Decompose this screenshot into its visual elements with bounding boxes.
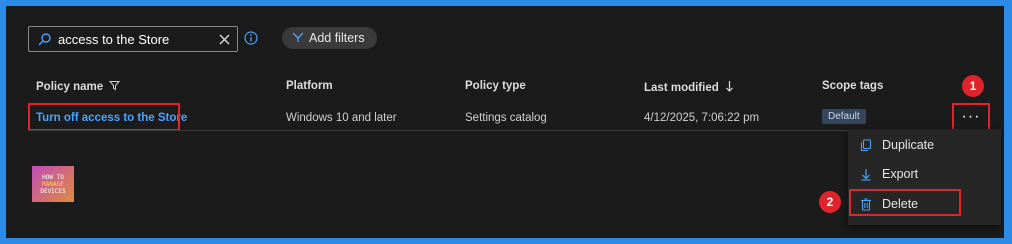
highlight-box-delete bbox=[849, 189, 961, 216]
how-to-manage-devices-logo: HOW TO MANAGE DEVICES bbox=[32, 166, 74, 202]
column-label: Policy name bbox=[36, 81, 104, 93]
step-badge-1: 1 bbox=[962, 75, 984, 97]
search-icon bbox=[33, 32, 55, 46]
step-badge-2: 2 bbox=[819, 191, 841, 213]
column-header-policy-name[interactable]: Policy name bbox=[36, 80, 121, 94]
info-icon[interactable] bbox=[244, 31, 258, 50]
funnel-icon[interactable] bbox=[109, 80, 121, 94]
copy-icon bbox=[856, 138, 876, 152]
menu-item-label: Export bbox=[882, 167, 919, 181]
download-icon bbox=[856, 168, 876, 181]
highlight-box-more bbox=[952, 103, 990, 131]
sort-down-icon bbox=[725, 80, 734, 95]
column-label: Policy type bbox=[465, 80, 526, 92]
menu-item-duplicate[interactable]: Duplicate bbox=[848, 132, 1001, 158]
search-input[interactable]: access to the Store bbox=[55, 32, 213, 47]
menu-item-export[interactable]: Export bbox=[848, 161, 1001, 187]
scope-tag-badge: Default bbox=[822, 109, 866, 124]
column-header-policy-type[interactable]: Policy type bbox=[465, 80, 526, 92]
add-filters-label: Add filters bbox=[309, 31, 365, 45]
highlight-box-policy bbox=[28, 103, 180, 131]
last-modified-cell: 4/12/2025, 7:06:22 pm bbox=[644, 112, 760, 124]
column-label: Scope tags bbox=[822, 80, 884, 92]
policy-type-cell: Settings catalog bbox=[465, 112, 547, 124]
logo-line: HOW TO bbox=[42, 173, 64, 181]
search-box[interactable]: access to the Store bbox=[28, 26, 238, 52]
column-label: Last modified bbox=[644, 81, 719, 94]
logo-line: DEVICES bbox=[40, 187, 66, 195]
filter-icon bbox=[292, 31, 304, 46]
column-header-last-modified[interactable]: Last modified bbox=[644, 80, 734, 95]
main-panel: access to the Store Add filters Policy n… bbox=[6, 6, 1004, 238]
logo-line: MANAGE bbox=[42, 180, 64, 188]
column-label: Platform bbox=[286, 80, 333, 92]
column-header-platform[interactable]: Platform bbox=[286, 80, 333, 92]
add-filters-button[interactable]: Add filters bbox=[282, 27, 377, 49]
column-header-scope-tags[interactable]: Scope tags bbox=[822, 80, 883, 92]
platform-cell: Windows 10 and later bbox=[286, 112, 397, 124]
menu-item-label: Duplicate bbox=[882, 138, 935, 152]
clear-icon[interactable] bbox=[213, 34, 235, 45]
